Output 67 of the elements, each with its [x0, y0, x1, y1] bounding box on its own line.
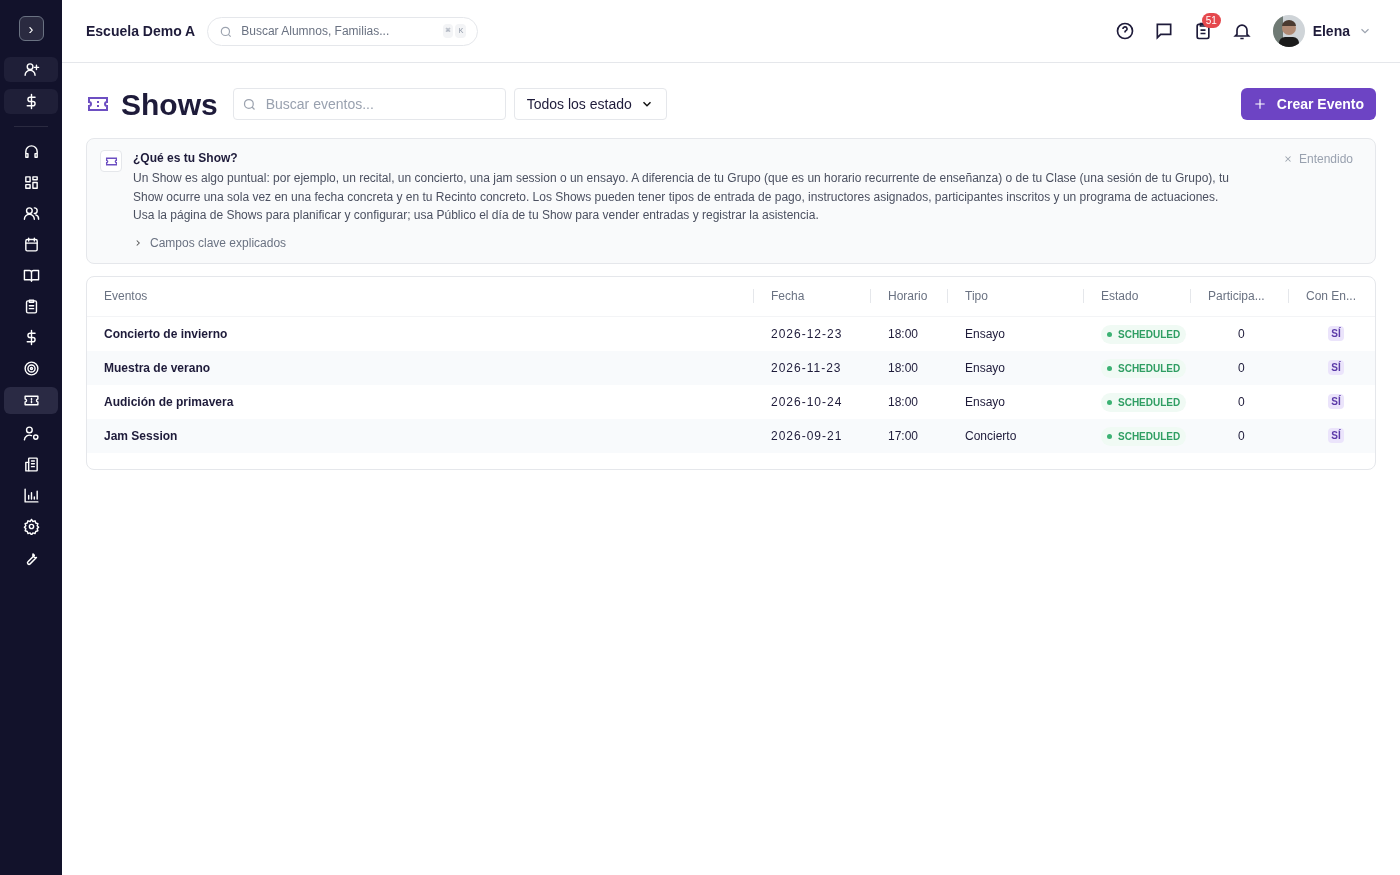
table-cell: Ensayo	[965, 326, 1006, 341]
ticket-badge: SÍ	[1328, 428, 1344, 443]
table-cell: 0	[1238, 326, 1245, 341]
ticket-badge: SÍ	[1328, 360, 1344, 375]
help-icon[interactable]	[1114, 21, 1135, 41]
building-icon	[22, 455, 40, 473]
calendar-icon	[22, 235, 40, 253]
settings-icon	[22, 517, 40, 535]
table-cell: Concierto	[965, 428, 1017, 443]
column-header[interactable]: Estado	[1101, 287, 1139, 305]
table-cell: 2026-11-23	[771, 360, 842, 375]
column-header[interactable]: Fecha	[771, 287, 805, 305]
ticket-badge: SÍ	[1328, 326, 1344, 341]
sidebar-item[interactable]	[4, 57, 58, 82]
status-badge: SCHEDULED	[1101, 426, 1187, 446]
table-cell: 0	[1238, 428, 1245, 443]
close-icon	[1282, 154, 1293, 164]
headset-icon	[22, 142, 40, 160]
info-text: Un Show es algo puntual: por ejemplo, un recital, un concierto, una jam session o un ensayo. A diferencia de tu Grupo (que es un horario recurrente de enseñanza) o de tu Clase (una sesión de tu Grupo), tu Show ocurre una sola vez en una fecha concreta y en tu Recinto concreto. Los Shows pueden tener tipos de entrada de pago, instructores asignados, participantes inscritos y un programa de actuaciones. Usa la página de Shows para planificar y configurar; usa Público el día de tu Show para vender entradas y registrar la asistencia.	[133, 170, 1230, 224]
bell-icon[interactable]	[1231, 21, 1252, 41]
search-icon	[219, 24, 234, 39]
search-field[interactable]: Buscar eventos...	[232, 88, 506, 120]
details-toggle[interactable]: Campos clave explicados	[133, 233, 287, 252]
bar-chart-icon	[22, 486, 40, 504]
user-plus-icon	[22, 61, 40, 78]
keyboard-key: K	[455, 23, 467, 38]
ticket-icon	[100, 150, 122, 172]
column-header[interactable]: Horario	[888, 287, 928, 305]
table-cell: Ensayo	[965, 394, 1006, 409]
status-filter-dropdown[interactable]: Todos los estado	[513, 88, 667, 120]
page-title: Shows	[121, 86, 218, 123]
table-cell: 2026-12-23	[771, 326, 843, 341]
event-name: Jam Session	[104, 428, 178, 443]
table-cell: 0	[1238, 394, 1245, 409]
table-cell: 18:00	[888, 326, 919, 341]
search-icon	[241, 97, 257, 112]
status-badge: SCHEDULED	[1101, 324, 1187, 344]
notification-badge: 51	[1201, 13, 1221, 28]
column-header[interactable]: Eventos	[104, 287, 148, 305]
event-name: Audición de primavera	[104, 394, 234, 409]
plus-icon	[1252, 97, 1267, 111]
table-cell: 18:00	[888, 394, 919, 409]
table-cell: Ensayo	[965, 360, 1006, 375]
sidebar-toggle-button[interactable]: ›	[18, 16, 44, 41]
event-name: Muestra de verano	[104, 360, 211, 375]
table-cell: 2026-10-24	[771, 394, 843, 409]
school-name: Escuela Demo A	[86, 21, 196, 41]
user-name[interactable]: Elena	[1312, 20, 1350, 42]
status-badge: SCHEDULED	[1101, 358, 1187, 378]
event-name: Concierto de invierno	[104, 326, 228, 341]
table-cell: 17:00	[888, 428, 919, 443]
status-badge: SCHEDULED	[1101, 392, 1187, 412]
sidebar-item[interactable]	[4, 387, 58, 414]
sidebar-item[interactable]	[4, 89, 58, 114]
table-cell: 18:00	[888, 360, 919, 375]
info-title: ¿Qué es tu Show?	[133, 150, 239, 166]
ticket-badge: SÍ	[1328, 394, 1344, 409]
column-header[interactable]: Participa...	[1208, 287, 1265, 305]
dashboard-icon	[22, 173, 40, 191]
keyboard-key: ⌘	[442, 23, 454, 38]
table-cell: 2026-09-21	[771, 428, 843, 443]
table-cell: 0	[1238, 360, 1245, 375]
column-header[interactable]: Tipo	[965, 287, 988, 305]
column-header[interactable]: Con En...	[1306, 287, 1357, 305]
target-icon	[22, 359, 40, 377]
create-event-button[interactable]: Crear Evento	[1240, 88, 1376, 120]
users-icon	[22, 204, 40, 222]
